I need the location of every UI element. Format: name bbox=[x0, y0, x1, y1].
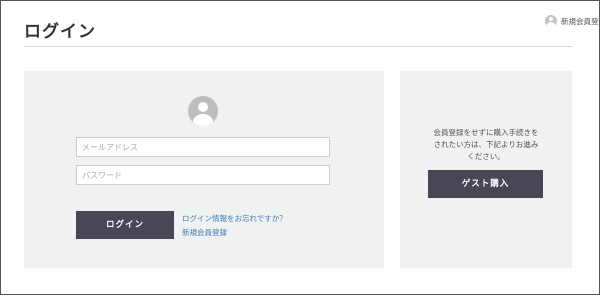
login-button[interactable]: ログイン bbox=[76, 211, 174, 239]
user-avatar-icon bbox=[188, 96, 218, 126]
header-register-label: 新規会員登録 bbox=[561, 16, 600, 26]
guest-description-line: 会員登録をせずに購入手続きを bbox=[433, 128, 539, 137]
guest-description-line: ください。 bbox=[467, 152, 505, 161]
page-title: ログイン bbox=[24, 22, 96, 42]
forgot-login-link[interactable]: ログイン情報をお忘れですか？ bbox=[182, 213, 287, 224]
password-input[interactable] bbox=[76, 165, 330, 185]
guest-purchase-button[interactable]: ゲスト購入 bbox=[428, 170, 543, 198]
login-panel: ログイン ログイン情報をお忘れですか？ 新規会員登録 bbox=[24, 71, 384, 268]
guest-panel: 会員登録をせずに購入手続きを されたい方は、下記よりお進み ください。 ゲスト購… bbox=[400, 71, 572, 268]
guest-description: 会員登録をせずに購入手続きを されたい方は、下記よりお進み ください。 bbox=[414, 127, 558, 163]
email-input[interactable] bbox=[76, 137, 330, 157]
register-link[interactable]: 新規会員登録 bbox=[182, 227, 227, 238]
guest-description-line: されたい方は、下記よりお進み bbox=[433, 140, 539, 149]
header-register-link[interactable]: 新規会員登録 bbox=[545, 15, 600, 27]
user-icon bbox=[545, 15, 557, 27]
title-divider bbox=[24, 46, 572, 47]
